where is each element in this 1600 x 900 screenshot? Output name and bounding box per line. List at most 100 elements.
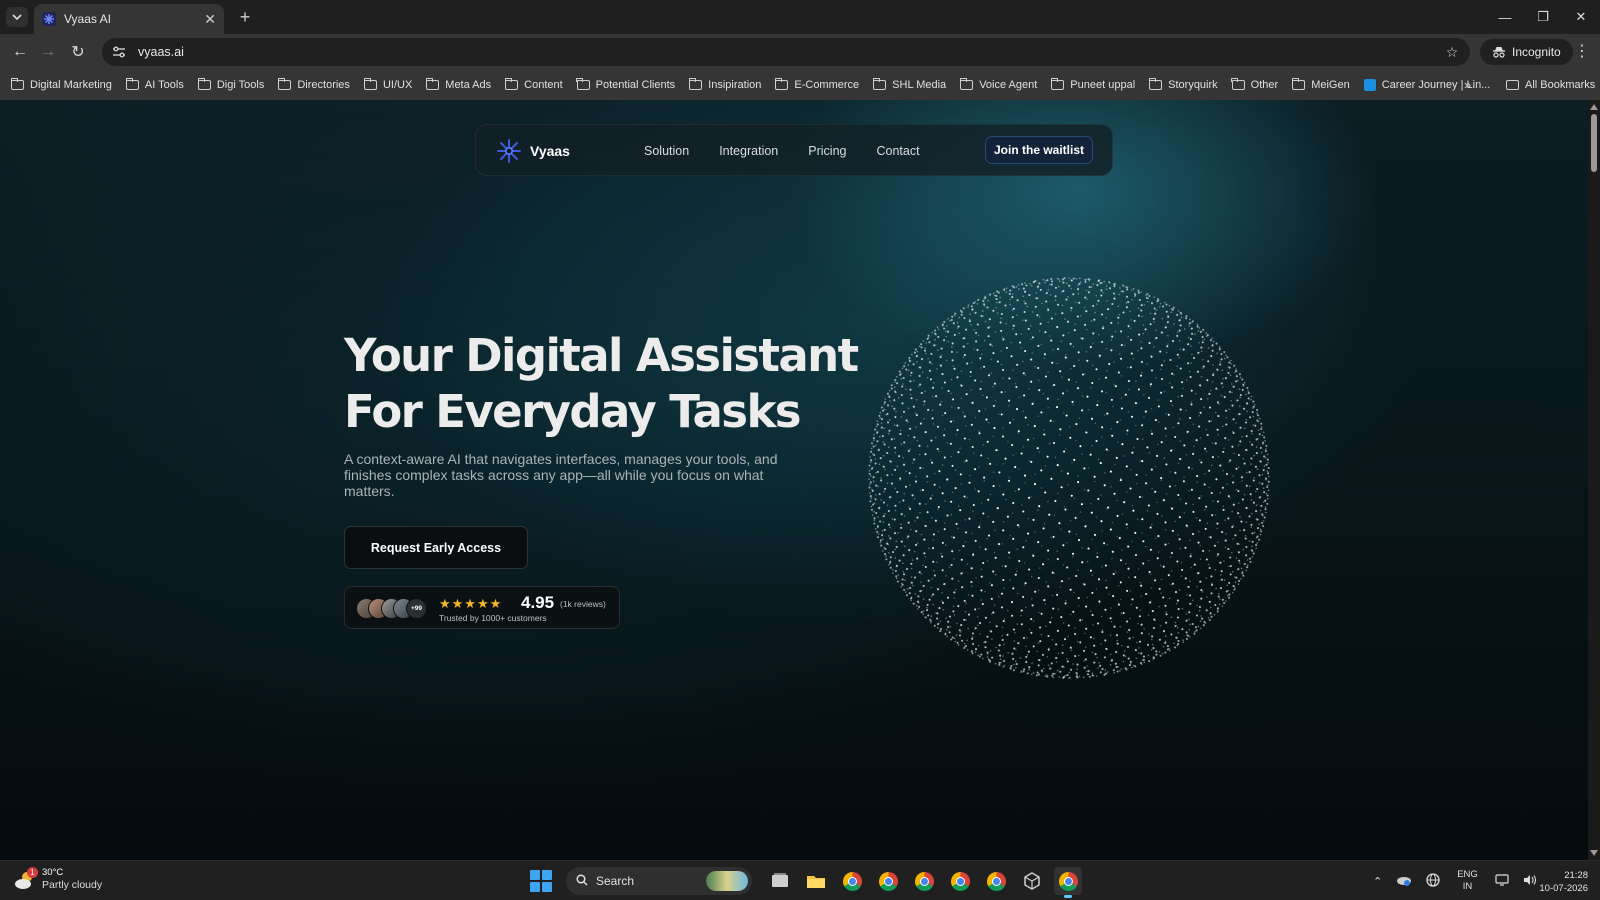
bookmark-item[interactable]: AI Tools xyxy=(125,78,184,91)
restore-icon[interactable]: ❐ xyxy=(1524,0,1562,34)
request-early-access-button[interactable]: Request Early Access xyxy=(344,526,528,569)
close-window-icon[interactable]: ✕ xyxy=(1562,0,1600,34)
chevron-up-icon[interactable]: ⌃ xyxy=(1373,875,1382,888)
forward-icon[interactable]: → xyxy=(36,40,60,64)
file-explorer-icon[interactable] xyxy=(802,867,830,895)
bookmark-label: Content xyxy=(524,79,563,91)
page-scrollbar[interactable] xyxy=(1588,100,1600,860)
bookmark-label: Directories xyxy=(297,79,350,91)
bookmark-item[interactable]: Potential Clients xyxy=(576,78,675,91)
bookmark-item[interactable]: MeiGen xyxy=(1291,78,1350,91)
folder-icon xyxy=(10,78,24,90)
bookmark-item[interactable]: Career Journey | Lin... xyxy=(1363,79,1490,91)
chevron-down-icon xyxy=(12,14,22,21)
tab-search-button[interactable] xyxy=(6,7,28,27)
folder-icon xyxy=(197,78,211,90)
more-bookmarks-icon[interactable]: » xyxy=(1464,70,1471,100)
vyaas-logo-icon xyxy=(497,139,521,163)
link-icon xyxy=(1363,79,1376,91)
bookmark-item[interactable]: Directories xyxy=(278,78,350,91)
scroll-down-icon[interactable] xyxy=(1590,850,1598,856)
folder-icon xyxy=(576,78,590,90)
site-info-icon[interactable] xyxy=(110,43,128,61)
chrome-profile-icon[interactable] xyxy=(874,867,902,895)
bookmark-item[interactable]: Voice Agent xyxy=(959,78,1037,91)
taskbar-apps: Search xyxy=(530,865,1086,898)
nav-integration[interactable]: Integration xyxy=(719,144,778,158)
bookmarks-bar: Digital Marketing AI Tools Digi Tools Direc… xyxy=(0,70,1600,100)
bookmark-label: E-Commerce xyxy=(794,79,860,91)
scroll-up-icon[interactable] xyxy=(1590,104,1598,110)
review-count: (1k reviews) xyxy=(560,599,606,609)
bookmark-item[interactable]: Digi Tools xyxy=(197,78,265,91)
minimize-icon[interactable]: — xyxy=(1486,0,1524,34)
nav-contact[interactable]: Contact xyxy=(876,144,919,158)
bookmark-item[interactable]: E-Commerce xyxy=(775,78,860,91)
address-bar[interactable]: vyaas.ai ☆ xyxy=(102,38,1470,66)
vpn-globe-icon[interactable] xyxy=(1426,872,1440,890)
bookmark-label: Storyquirk xyxy=(1168,79,1218,91)
taskbar-search[interactable]: Search xyxy=(566,867,752,895)
brand-logo[interactable]: Vyaas xyxy=(496,138,570,164)
chrome-profile-icon[interactable] xyxy=(946,867,974,895)
folder-icon xyxy=(363,78,377,90)
tab-vyaas[interactable]: Vyaas AI ✕ xyxy=(34,4,224,34)
bookmark-label: Digital Marketing xyxy=(30,79,112,91)
bookmark-item[interactable]: Puneet uppal xyxy=(1050,78,1136,91)
folder-icon xyxy=(688,78,703,90)
task-view-icon[interactable] xyxy=(766,867,794,895)
chrome-profile-icon[interactable] xyxy=(982,867,1010,895)
bookmark-label: Puneet uppal xyxy=(1070,79,1136,91)
bookmark-label: UI/UX xyxy=(382,79,413,91)
partly-cloudy-icon: 1 xyxy=(14,866,38,891)
folder-icon xyxy=(775,78,789,90)
particle-sphere xyxy=(868,277,1270,679)
rating-stars-icon: ★★★★★ xyxy=(439,596,503,611)
bookmark-item[interactable]: Digital Marketing xyxy=(10,78,112,91)
chrome-incognito-icon[interactable] xyxy=(1054,867,1082,898)
folder-icon xyxy=(1050,78,1065,90)
browser-menu-icon[interactable]: ⋮ xyxy=(1572,40,1592,64)
nav-pricing[interactable]: Pricing xyxy=(808,144,846,158)
weather-widget[interactable]: 1 30°C Partly cloudy xyxy=(14,866,102,892)
incognito-indicator[interactable]: Incognito xyxy=(1480,39,1573,65)
system-clock[interactable]: 21:28 10-07-2026 xyxy=(1526,869,1588,895)
bookmark-label: Digi Tools xyxy=(216,79,265,91)
nav-solution[interactable]: Solution xyxy=(644,144,689,158)
all-bookmarks-label: All Bookmarks xyxy=(1525,79,1596,91)
bookmark-star-icon[interactable]: ☆ xyxy=(1440,44,1464,61)
bookmark-item[interactable]: Insipiration xyxy=(688,78,762,91)
windows-start-icon[interactable] xyxy=(530,870,552,892)
chrome-icon[interactable] xyxy=(838,867,866,895)
all-bookmarks-button[interactable]: All Bookmarks xyxy=(1506,70,1595,100)
cube-app-icon[interactable] xyxy=(1018,867,1046,895)
weather-temp: 30°C xyxy=(42,867,64,878)
bookmark-item[interactable]: Meta Ads xyxy=(425,78,491,91)
hero-title: Your Digital Assistant For Everyday Task… xyxy=(344,328,864,440)
reload-icon[interactable]: ↻ xyxy=(66,40,90,64)
new-tab-button[interactable]: + xyxy=(234,6,256,28)
brand-name: Vyaas xyxy=(530,143,570,159)
network-icon[interactable] xyxy=(1495,873,1509,889)
bookmark-item[interactable]: Storyquirk xyxy=(1148,78,1218,91)
bookmark-label: Insipiration xyxy=(708,79,762,91)
close-tab-icon[interactable]: ✕ xyxy=(204,11,216,28)
onedrive-cloud-icon[interactable] xyxy=(1396,874,1412,889)
folder-icon xyxy=(1291,78,1306,90)
bookmark-item[interactable]: UI/UX xyxy=(363,78,413,91)
language-indicator[interactable]: ENG IN xyxy=(1457,869,1478,893)
join-waitlist-button[interactable]: Join the waitlist xyxy=(985,136,1093,164)
bookmark-item[interactable]: Other xyxy=(1231,78,1278,91)
scrollbar-thumb[interactable] xyxy=(1591,114,1597,172)
clock-date: 10-07-2026 xyxy=(1539,883,1588,894)
folder-icon xyxy=(278,78,292,90)
bookmark-item[interactable]: Content xyxy=(504,78,563,91)
url-text[interactable]: vyaas.ai xyxy=(138,45,1440,59)
bookmark-item[interactable]: SHL Media xyxy=(872,78,946,91)
language-code: ENG xyxy=(1457,869,1478,880)
folder-icon xyxy=(959,78,974,90)
folder-icon xyxy=(1148,78,1163,90)
chrome-profile-icon[interactable] xyxy=(910,867,938,895)
search-highlight-image xyxy=(706,871,748,891)
back-icon[interactable]: ← xyxy=(8,40,32,64)
